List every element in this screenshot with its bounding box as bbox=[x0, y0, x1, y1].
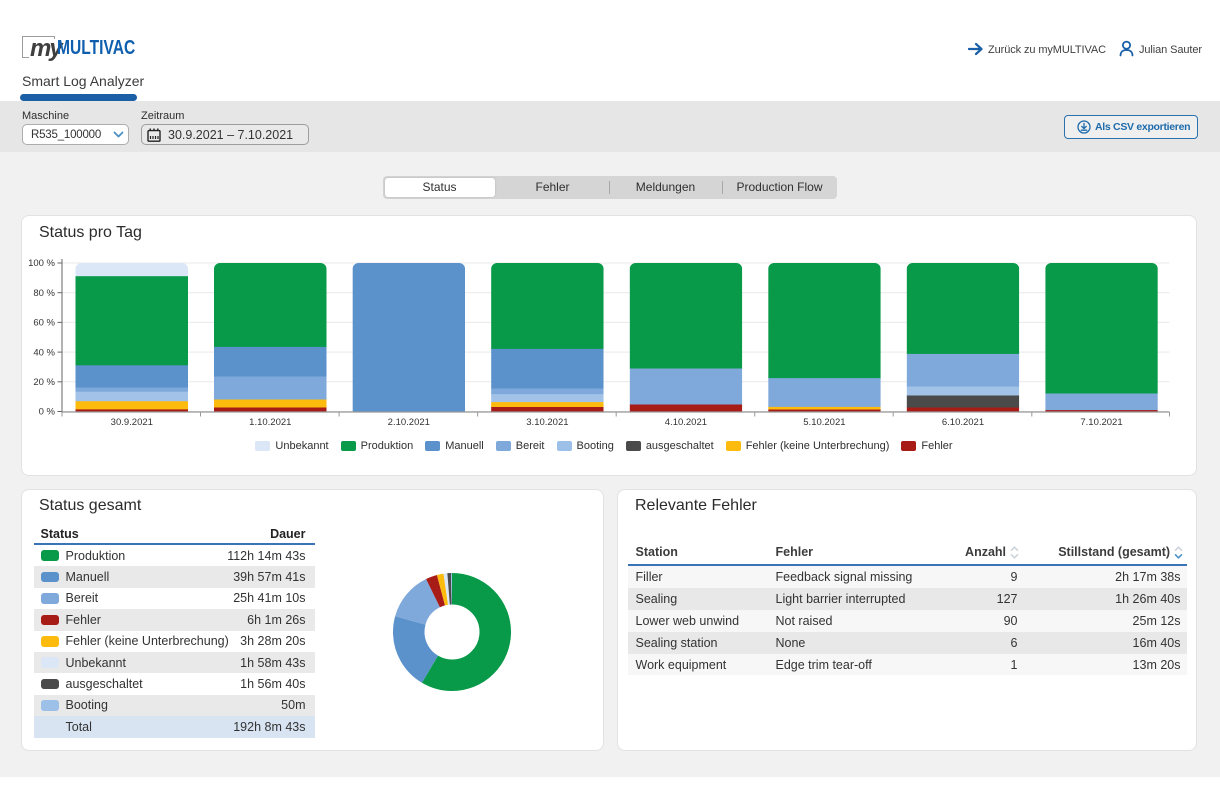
svg-text:6.10.2021: 6.10.2021 bbox=[942, 417, 984, 428]
svg-text:20 %: 20 % bbox=[33, 377, 55, 388]
svg-text:5.10.2021: 5.10.2021 bbox=[803, 417, 845, 428]
svg-text:0 %: 0 % bbox=[39, 407, 56, 418]
svg-text:40 %: 40 % bbox=[33, 347, 55, 358]
svg-text:3.10.2021: 3.10.2021 bbox=[526, 417, 568, 428]
svg-text:30.9.2021: 30.9.2021 bbox=[111, 417, 153, 428]
svg-text:1.10.2021: 1.10.2021 bbox=[249, 417, 291, 428]
svg-text:60 %: 60 % bbox=[33, 318, 55, 329]
svg-text:80 %: 80 % bbox=[33, 288, 55, 299]
svg-text:7.10.2021: 7.10.2021 bbox=[1080, 417, 1122, 428]
svg-text:100 %: 100 % bbox=[28, 258, 55, 269]
svg-text:4.10.2021: 4.10.2021 bbox=[665, 417, 707, 428]
svg-text:2.10.2021: 2.10.2021 bbox=[388, 417, 430, 428]
